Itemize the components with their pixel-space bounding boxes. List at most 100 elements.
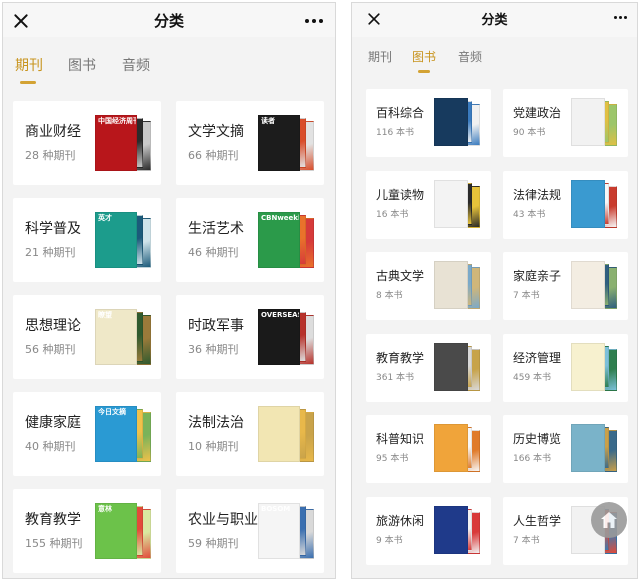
category-name: 历史博览 xyxy=(513,432,562,446)
cover-stack: 英才 xyxy=(95,212,157,272)
category-name: 经济管理 xyxy=(513,350,562,365)
cover-image xyxy=(434,261,468,309)
more-icon[interactable] xyxy=(614,16,627,19)
category-count: 66 种期刊 xyxy=(188,149,239,162)
category-count: 43 本书 xyxy=(513,209,546,220)
cover-stack xyxy=(434,505,488,558)
cover-image xyxy=(434,424,468,472)
category-count: 28 种期刊 xyxy=(25,149,76,162)
category-name: 旅游休闲 xyxy=(376,513,425,528)
category-name: 百科综合 xyxy=(376,106,425,120)
tab-books[interactable]: 图书 xyxy=(68,55,96,75)
cover-title: 今日文摘 xyxy=(98,408,126,416)
home-button[interactable] xyxy=(591,502,627,538)
category-card[interactable]: 健康家庭 40 种期刊 今日文摘 xyxy=(13,392,161,476)
category-name: 法制法治 xyxy=(188,415,244,431)
cover-stack xyxy=(571,261,625,313)
tab-label: 期刊 xyxy=(368,50,393,64)
category-count: 40 种期刊 xyxy=(25,440,76,453)
category-card[interactable]: 党建政治 90 本书 xyxy=(503,89,628,157)
category-card[interactable]: 科普知识 95 本书 xyxy=(366,415,491,483)
book-category-panel: 分类 期刊 图书 音频 百科综合 116 本书 党建政治 90 本书儿童读物 16 本书… xyxy=(351,2,638,579)
category-count: 10 种期刊 xyxy=(188,440,239,453)
active-tab-indicator xyxy=(20,81,36,84)
category-card[interactable]: 百科综合 116 本书 xyxy=(366,89,491,157)
category-card[interactable]: 教育教学 361 本书 xyxy=(366,333,491,402)
category-card[interactable]: 教育教学 155 种期刊 意林 xyxy=(13,489,161,573)
cover-image xyxy=(571,261,605,309)
cover-image xyxy=(434,505,468,554)
cover-stack xyxy=(434,424,488,476)
category-name: 人生哲学 xyxy=(513,513,562,528)
category-card[interactable]: 商业财经 28 种期刊 中国经济周刊 xyxy=(13,101,161,185)
active-tab-indicator xyxy=(418,70,430,73)
category-name: 商业财经 xyxy=(25,124,81,140)
category-card[interactable]: 旅游休闲 9 本书 xyxy=(366,496,491,565)
cover-stack xyxy=(434,98,488,150)
category-name: 农业与职业 xyxy=(188,512,258,528)
tab-audio[interactable]: 音频 xyxy=(122,55,150,75)
cover-stack xyxy=(571,424,625,476)
cover-stack: 瞭望 xyxy=(95,309,157,369)
cover-image: OVERSEAS xyxy=(258,309,300,365)
top-bar: 分类 xyxy=(3,3,335,37)
category-card[interactable]: 经济管理 459 本书 xyxy=(503,333,628,402)
cover-stack xyxy=(571,342,625,395)
cover-image: 英才 xyxy=(95,212,137,268)
tab-label: 音频 xyxy=(122,58,150,74)
cover-stack xyxy=(571,98,625,150)
cover-image xyxy=(434,98,468,146)
category-card[interactable]: 家庭亲子 7 本书 xyxy=(503,252,628,320)
category-count: 56 种期刊 xyxy=(25,343,76,356)
cover-title: BOSOM xyxy=(261,505,291,513)
category-name: 思想理论 xyxy=(25,318,81,334)
cover-image xyxy=(258,406,300,462)
category-card[interactable]: 时政军事 36 种期刊 OVERSEAS xyxy=(176,295,324,379)
category-name: 科学普及 xyxy=(25,221,81,237)
category-card[interactable]: 农业与职业 59 种期刊 BOSOM xyxy=(176,489,324,573)
tab-magazines[interactable]: 期刊 xyxy=(368,48,392,65)
cover-image xyxy=(434,342,468,391)
category-card[interactable]: 法制法治 10 种期刊 xyxy=(176,392,324,476)
cover-title: 意林 xyxy=(98,505,112,513)
cover-image: BOSOM xyxy=(258,503,300,559)
cover-image: 瞭望 xyxy=(95,309,137,365)
category-count: 116 本书 xyxy=(376,128,415,138)
page-title: 分类 xyxy=(481,13,508,28)
category-name: 健康家庭 xyxy=(25,415,81,431)
category-card[interactable]: 思想理论 56 种期刊 瞭望 xyxy=(13,295,161,379)
category-name: 生活艺术 xyxy=(188,221,244,237)
category-card[interactable]: 生活艺术 46 种期刊 CBNweekly xyxy=(176,198,324,282)
cover-image xyxy=(571,424,605,472)
tab-magazines[interactable]: 期刊 xyxy=(15,55,43,84)
category-count: 8 本书 xyxy=(376,291,403,301)
cover-image: 读者 xyxy=(258,115,300,171)
category-count: 459 本书 xyxy=(513,372,552,383)
category-count: 21 种期刊 xyxy=(25,246,76,259)
cover-title: OVERSEAS xyxy=(261,311,300,319)
category-card[interactable]: 古典文学 8 本书 xyxy=(366,252,491,320)
tab-label: 期刊 xyxy=(15,58,43,74)
cover-title: 英才 xyxy=(98,214,112,222)
tab-books[interactable]: 图书 xyxy=(412,48,437,73)
category-count: 361 本书 xyxy=(376,372,415,383)
category-count: 155 种期刊 xyxy=(25,537,83,550)
tab-label: 图书 xyxy=(412,50,437,64)
cover-stack xyxy=(434,261,488,313)
cover-image: CBNweekly xyxy=(258,212,300,268)
cover-stack: 今日文摘 xyxy=(95,406,157,466)
category-count: 7 本书 xyxy=(513,291,540,301)
cover-image: 意林 xyxy=(95,503,137,559)
more-icon[interactable] xyxy=(305,19,323,23)
category-card[interactable]: 科学普及 21 种期刊 英才 xyxy=(13,198,161,282)
category-card[interactable]: 法律法规 43 本书 xyxy=(503,170,628,239)
category-count: 7 本书 xyxy=(513,535,540,546)
category-count: 16 本书 xyxy=(376,209,409,220)
tab-audio[interactable]: 音频 xyxy=(458,48,482,65)
category-name: 儿童读物 xyxy=(376,187,425,202)
category-card[interactable]: 文学文摘 66 种期刊 读者 xyxy=(176,101,324,185)
category-count: 95 本书 xyxy=(376,454,409,464)
cover-image xyxy=(571,342,605,391)
category-card[interactable]: 历史博览 166 本书 xyxy=(503,415,628,483)
category-card[interactable]: 儿童读物 16 本书 xyxy=(366,170,491,239)
